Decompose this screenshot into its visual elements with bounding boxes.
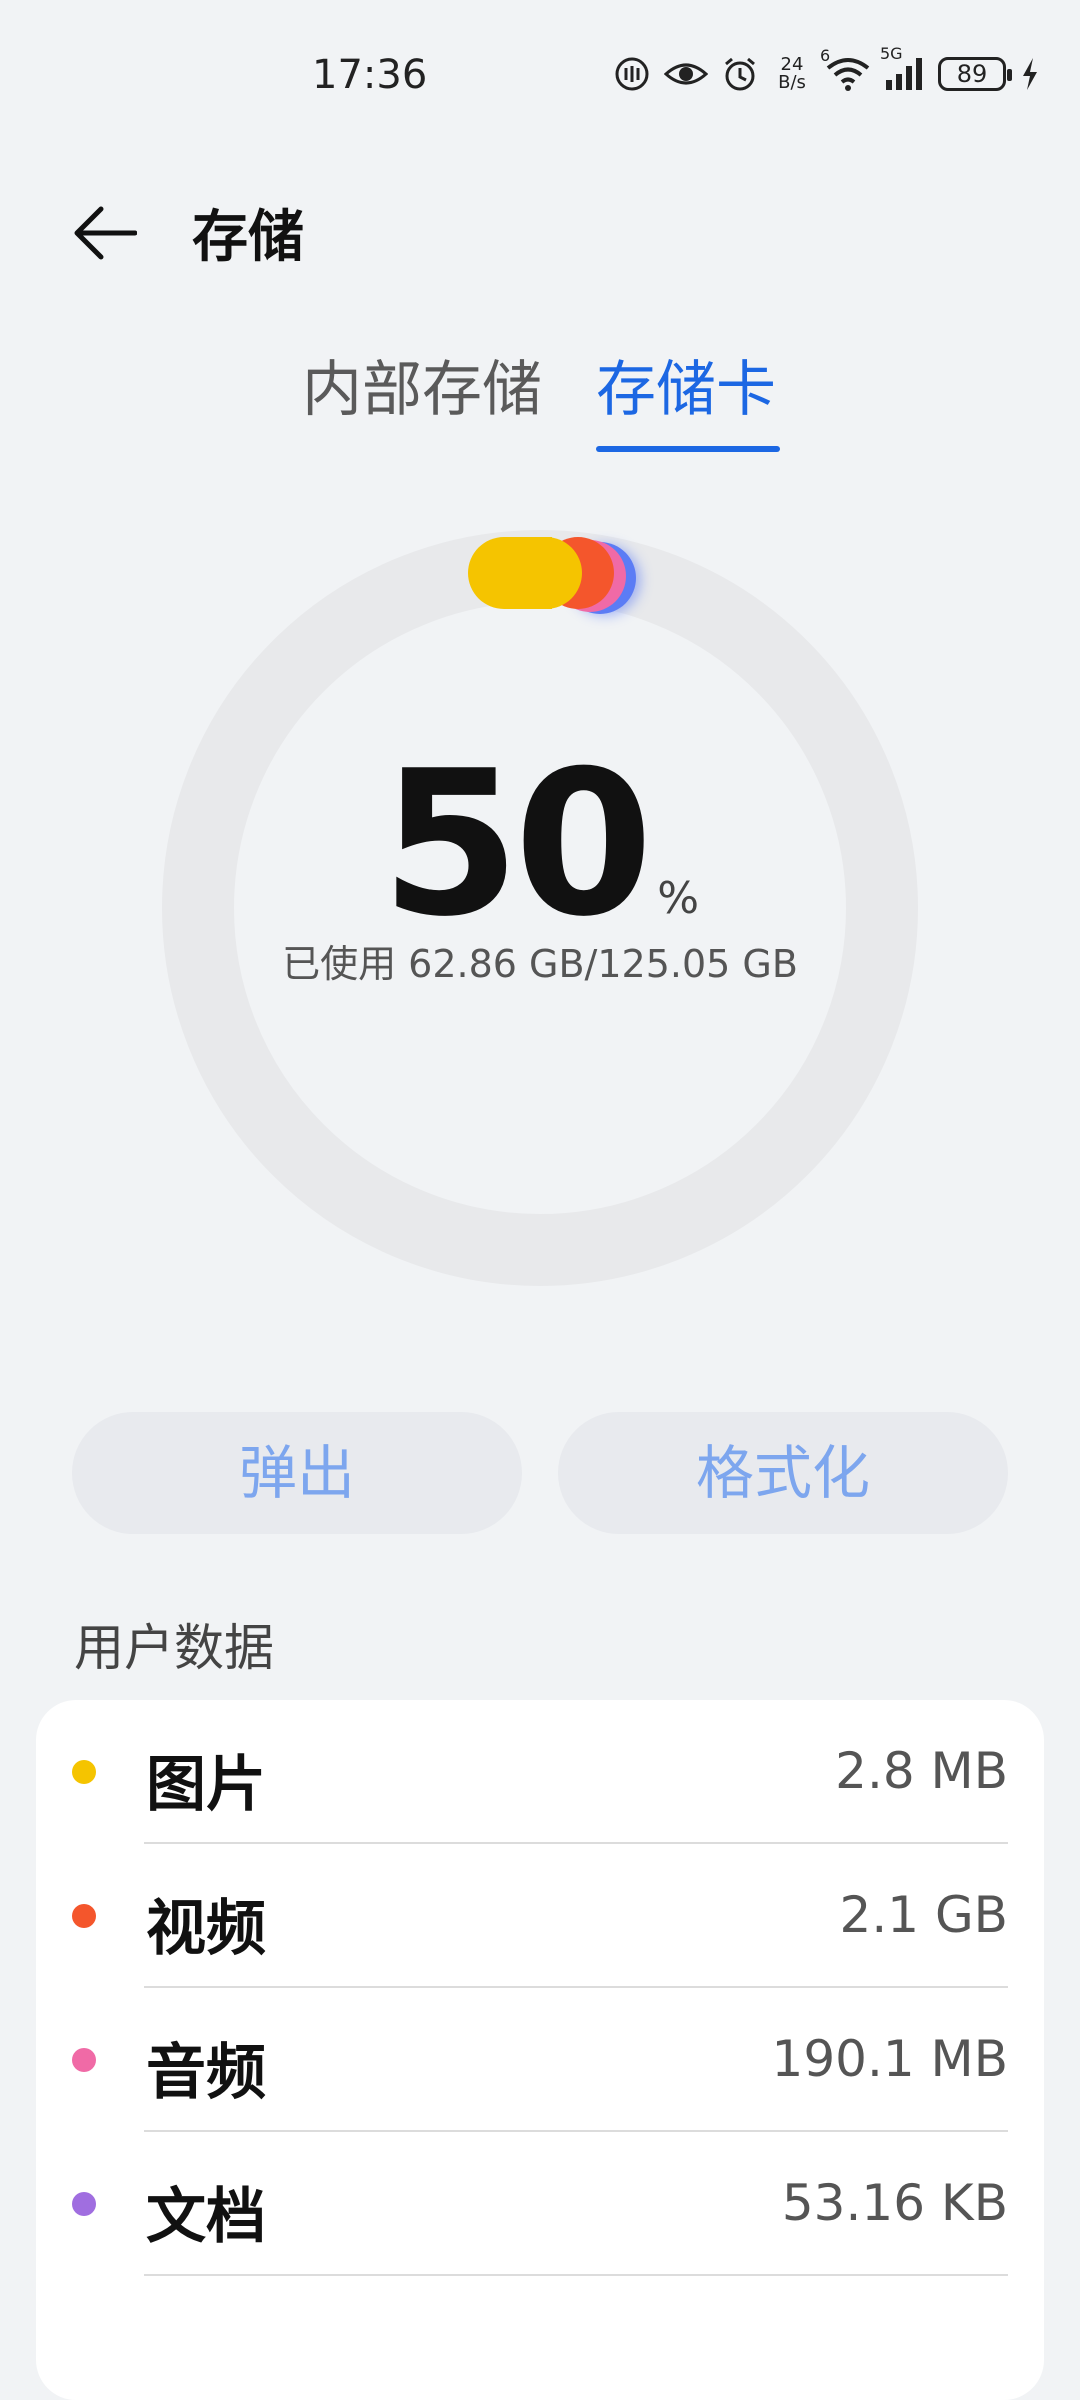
nfc-icon bbox=[614, 56, 650, 92]
charging-icon bbox=[1020, 56, 1040, 92]
tab-indicator bbox=[596, 446, 780, 452]
storage-tabs: 内部存储 存储卡 bbox=[0, 350, 1080, 460]
category-size: 2.8 MB bbox=[835, 1742, 1008, 1800]
category-label: 文档 bbox=[146, 2182, 266, 2252]
list-item-videos[interactable]: 视频 2.1 GB bbox=[36, 1844, 1044, 1988]
category-dot bbox=[72, 2048, 96, 2072]
status-icons: 24 B/s 6 5G 89 bbox=[614, 44, 1040, 92]
category-label: 图片 bbox=[146, 1750, 266, 1820]
tab-memory-card[interactable]: 存储卡 bbox=[596, 350, 776, 430]
app-bar: 存储 bbox=[0, 170, 1080, 280]
category-dot bbox=[72, 1760, 96, 1784]
list-item-audio[interactable]: 音频 190.1 MB bbox=[36, 1988, 1044, 2132]
category-label: 视频 bbox=[146, 1894, 266, 1964]
section-title-user-data: 用户数据 bbox=[74, 1619, 274, 1677]
arrow-left-icon bbox=[74, 206, 137, 260]
usage-percent-unit: % bbox=[657, 873, 700, 924]
wifi-badge: 6 bbox=[820, 46, 831, 65]
status-bar: 17:36 24 B/s 6 5G 89 bbox=[0, 0, 1080, 160]
status-time: 17:36 bbox=[312, 52, 428, 98]
divider bbox=[144, 2274, 1008, 2276]
usage-percent-value: 50 bbox=[380, 728, 653, 961]
user-data-card: 图片 2.8 MB 视频 2.1 GB 音频 190.1 MB 文档 53.16… bbox=[36, 1700, 1044, 2400]
list-item-documents[interactable]: 文档 53.16 KB bbox=[36, 2132, 1044, 2276]
category-dot bbox=[72, 2192, 96, 2216]
tab-internal-storage[interactable]: 内部存储 bbox=[302, 350, 542, 430]
format-button[interactable]: 格式化 bbox=[558, 1412, 1008, 1534]
net-speed-unit: B/s bbox=[778, 72, 806, 93]
back-button[interactable] bbox=[60, 188, 150, 278]
category-dot bbox=[72, 1904, 96, 1928]
wifi-icon: 6 bbox=[820, 46, 870, 92]
page-title: 存储 bbox=[192, 205, 304, 270]
usage-ring: 50% 已使用 62.86 GB/125.05 GB bbox=[160, 528, 920, 1288]
eject-button[interactable]: 弹出 bbox=[72, 1412, 522, 1534]
eye-icon bbox=[664, 56, 708, 92]
category-size: 190.1 MB bbox=[771, 2030, 1008, 2088]
net-speed: 24 B/s bbox=[772, 56, 812, 92]
alarm-icon bbox=[722, 56, 758, 92]
ring-segment-yellow bbox=[510, 537, 582, 609]
category-size: 2.1 GB bbox=[839, 1886, 1008, 1944]
usage-percent: 50% bbox=[160, 728, 920, 961]
usage-detail: 已使用 62.86 GB/125.05 GB bbox=[282, 942, 798, 986]
category-size: 53.16 KB bbox=[781, 2174, 1008, 2232]
battery-indicator: 89 bbox=[938, 57, 1012, 91]
category-label: 音频 bbox=[146, 2038, 266, 2108]
signal-icon: 5G bbox=[880, 44, 924, 92]
cell-badge: 5G bbox=[880, 44, 903, 63]
list-item-images[interactable]: 图片 2.8 MB bbox=[36, 1700, 1044, 1844]
